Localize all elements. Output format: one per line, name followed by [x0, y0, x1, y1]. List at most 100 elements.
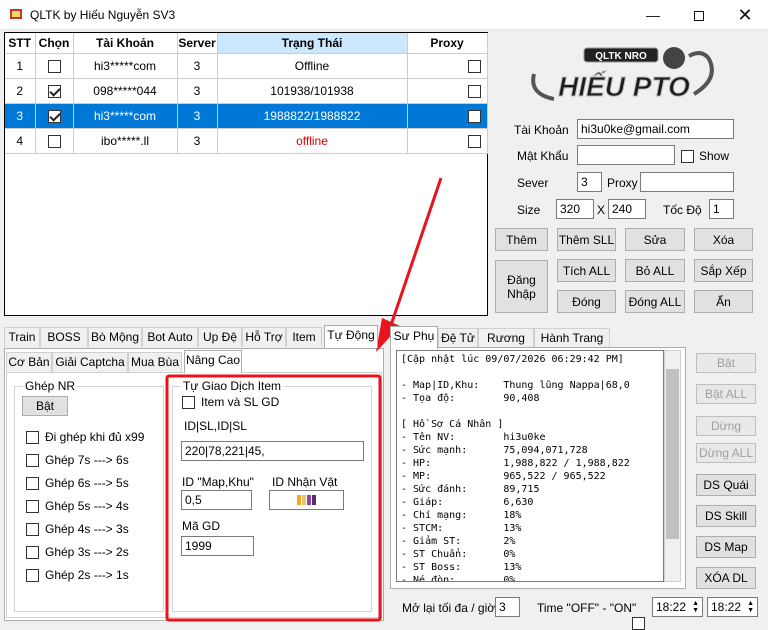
table-row[interactable]: 4 ibo*****.ll 3 offline: [5, 128, 488, 154]
time-off-picker[interactable]: 18:22 ▲ ▼: [652, 597, 703, 617]
spin-icon[interactable]: ▲ ▼: [692, 600, 699, 614]
proxy-input[interactable]: [640, 172, 734, 192]
row-proxy-checkbox[interactable]: [467, 84, 481, 98]
ghep-option[interactable]: Đi ghép khi đủ x99: [26, 430, 144, 444]
edit-button[interactable]: Sửa: [625, 228, 685, 251]
tab-su-phu[interactable]: Sư Phụ: [390, 326, 438, 349]
ghep-toggle-button[interactable]: Bật: [22, 396, 68, 416]
tab-up-de[interactable]: Up Đệ: [198, 327, 242, 347]
ghep-option-checkbox[interactable]: [26, 545, 39, 559]
column-header[interactable]: Chọn: [35, 33, 74, 54]
row-proxy-cell[interactable]: [407, 128, 488, 154]
table-row[interactable]: 3 hi3*****com 3 1988822/1988822: [5, 103, 488, 129]
log-scrollbar[interactable]: [664, 350, 681, 582]
tab-hanh-trang[interactable]: Hành Trang: [534, 328, 610, 348]
tab-bot-auto[interactable]: Bot Auto: [142, 327, 198, 347]
receiver-id-input[interactable]: [269, 490, 344, 510]
ghep-option-checkbox[interactable]: [26, 522, 39, 536]
login-button[interactable]: Đăng Nhập: [495, 260, 548, 313]
ghep-option[interactable]: Ghép 7s ---> 6s: [26, 453, 129, 467]
ghep-option[interactable]: Ghép 3s ---> 2s: [26, 545, 129, 559]
tab-bo-mong[interactable]: Bò Mộng: [88, 327, 142, 347]
map-id-input[interactable]: 0,5: [181, 490, 252, 510]
log-scroll-thumb[interactable]: [666, 369, 679, 539]
ghep-option-checkbox[interactable]: [26, 476, 39, 490]
tab-boss[interactable]: BOSS: [40, 327, 88, 347]
ghep-option-checkbox[interactable]: [26, 568, 39, 582]
row-select-checkbox[interactable]: [47, 109, 61, 123]
stop-button[interactable]: Dừng: [696, 416, 756, 436]
column-header[interactable]: Trạng Thái: [217, 33, 408, 54]
subtab-giai-captcha[interactable]: Giải Captcha: [52, 352, 128, 372]
account-grid[interactable]: STT Chọn Tài Khoản Server Trạng Thái Pro…: [4, 32, 488, 316]
minimize-button[interactable]: —: [630, 0, 676, 30]
ghep-option[interactable]: Ghép 6s ---> 5s: [26, 476, 129, 490]
trade-item-option[interactable]: Item và SL GD: [182, 395, 279, 409]
start-button[interactable]: Bật: [696, 353, 756, 373]
close-window-button[interactable]: ✕: [722, 0, 768, 30]
table-row[interactable]: 1 hi3*****com 3 Offline: [5, 53, 488, 79]
stop-all-button[interactable]: Dừng ALL: [696, 443, 756, 463]
ghep-option-checkbox[interactable]: [26, 453, 39, 467]
tick-all-button[interactable]: Tích ALL: [557, 259, 616, 282]
clear-log-button[interactable]: XÓA DL: [696, 567, 756, 589]
hide-button[interactable]: Ẩn: [694, 290, 753, 313]
character-info-log[interactable]: [Cập nhật lúc 09/07/2026 06:29:42 PM] - M…: [396, 350, 664, 582]
tab-ho-tro[interactable]: Hỗ Trợ: [242, 327, 286, 347]
ghep-option[interactable]: Ghép 2s ---> 1s: [26, 568, 129, 582]
row-select-cell[interactable]: [35, 53, 74, 79]
row-proxy-checkbox[interactable]: [467, 109, 481, 123]
tab-train[interactable]: Train: [4, 327, 40, 347]
column-header[interactable]: STT: [5, 33, 36, 54]
subtab-co-ban[interactable]: Cơ Bản: [6, 352, 52, 372]
tab-item[interactable]: Item: [286, 327, 322, 347]
tab-ruong-do[interactable]: Rương Đồ: [478, 328, 534, 363]
server-input[interactable]: 3: [577, 172, 602, 192]
ds-map-button[interactable]: DS Map: [696, 536, 756, 558]
account-input[interactable]: hi3u0ke@gmail.com: [577, 119, 734, 139]
ghep-option-checkbox[interactable]: [26, 430, 39, 444]
size-height-input[interactable]: 240: [608, 199, 646, 219]
row-proxy-cell[interactable]: [407, 53, 488, 79]
speed-input[interactable]: 1: [709, 199, 734, 219]
close-all-button[interactable]: Đóng ALL: [625, 290, 685, 313]
column-header[interactable]: Server: [177, 33, 218, 54]
row-select-checkbox[interactable]: [47, 134, 61, 148]
row-proxy-cell[interactable]: [407, 78, 488, 104]
row-proxy-cell[interactable]: [407, 103, 488, 129]
row-select-checkbox[interactable]: [47, 84, 61, 98]
time-on-picker[interactable]: 18:22 ▲ ▼: [707, 597, 758, 617]
table-row[interactable]: 2 098*****044 3 101938/101938: [5, 78, 488, 104]
untick-all-button[interactable]: Bỏ ALL: [625, 259, 685, 282]
ds-skill-button[interactable]: DS Skill: [696, 505, 756, 527]
trade-code-input[interactable]: 1999: [181, 536, 254, 556]
maximize-button[interactable]: [676, 0, 722, 30]
trade-items-input[interactable]: 220|78,221|45,: [181, 441, 364, 461]
trade-item-checkbox[interactable]: [182, 395, 195, 409]
subtab-mua-bua[interactable]: Mua Bùa: [128, 352, 182, 372]
spin-icon[interactable]: ▲ ▼: [747, 600, 754, 614]
row-select-checkbox[interactable]: [47, 59, 61, 73]
close-button[interactable]: Đóng: [557, 290, 616, 313]
show-password-checkbox[interactable]: [681, 150, 694, 164]
ghep-option[interactable]: Ghép 5s ---> 4s: [26, 499, 129, 513]
ghep-option-checkbox[interactable]: [26, 499, 39, 513]
tab-de-tu[interactable]: Đệ Tử: [438, 328, 478, 348]
size-width-input[interactable]: 320: [556, 199, 594, 219]
add-sll-button[interactable]: Thêm SLL: [557, 228, 616, 251]
tab-tu-dong[interactable]: Tự Động: [324, 325, 378, 348]
time-checkbox[interactable]: [632, 616, 645, 630]
reload-input[interactable]: 3: [495, 597, 520, 617]
row-select-cell[interactable]: [35, 78, 74, 104]
add-button[interactable]: Thêm: [495, 228, 548, 251]
password-input[interactable]: [577, 145, 675, 165]
column-header[interactable]: Tài Khoản: [73, 33, 178, 54]
row-proxy-checkbox[interactable]: [467, 59, 481, 73]
ds-quai-button[interactable]: DS Quái: [696, 474, 756, 496]
delete-button[interactable]: Xóa: [694, 228, 753, 251]
row-select-cell[interactable]: [35, 103, 74, 129]
row-select-cell[interactable]: [35, 128, 74, 154]
row-proxy-checkbox[interactable]: [467, 134, 481, 148]
ghep-option[interactable]: Ghép 4s ---> 3s: [26, 522, 129, 536]
column-header[interactable]: Proxy: [407, 33, 488, 54]
